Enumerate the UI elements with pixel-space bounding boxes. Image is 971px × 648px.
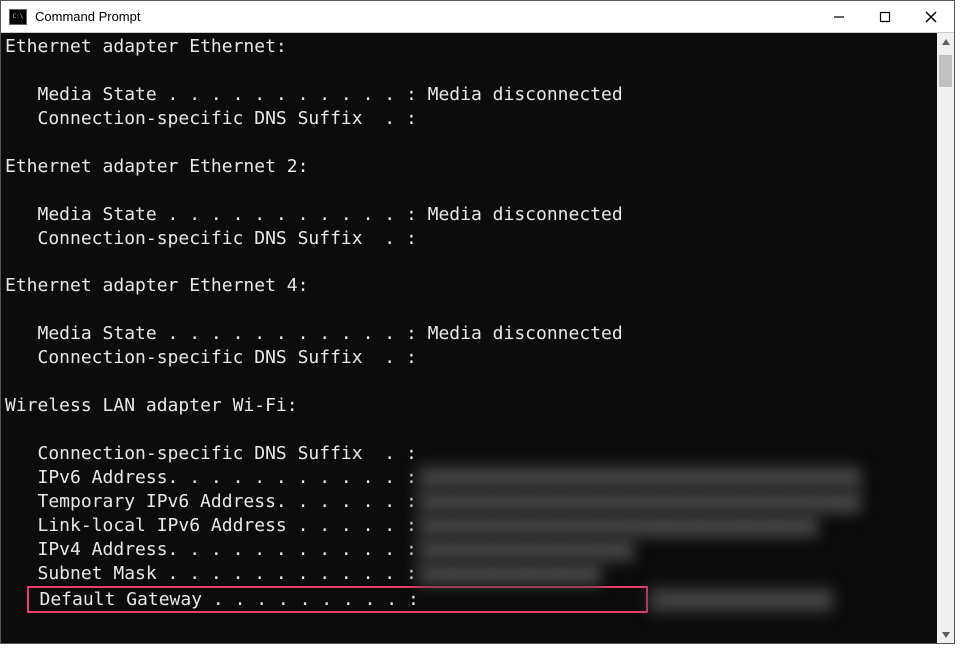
field-value: xxxxxxxxxxxxxxxxxxxxxxxxxxxxxxxxxxxxxxxx [417,466,861,490]
field-label: Connection-specific DNS Suffix . : [38,347,417,368]
content-area: Ethernet adapter Ethernet: Media State .… [1,33,954,643]
field-label: Connection-specific DNS Suffix . : [38,108,417,129]
blank-line [5,250,933,274]
window-title: Command Prompt [35,9,140,24]
scroll-thumb[interactable] [939,55,952,87]
output-line: Connection-specific DNS Suffix . : [5,442,933,466]
blank-line [5,370,933,394]
scrollbar[interactable] [937,33,954,643]
cmd-icon: C:\ [9,9,27,25]
scroll-up-arrow-icon[interactable] [937,33,954,50]
scroll-down-arrow-icon[interactable] [937,626,954,643]
maximize-button[interactable] [862,1,908,32]
field-value: Media disconnected [417,204,623,225]
field-value: xxxxxxxxxxxxxxxx [417,562,601,586]
field-label: Media State . . . . . . . . . . . : [38,204,417,225]
output-line: Connection-specific DNS Suffix . : [5,107,933,131]
blank-line [5,418,933,442]
field-label: IPv4 Address. . . . . . . . . . . : [38,539,417,560]
output-line: IPv4 Address. . . . . . . . . . . : xxxx… [5,538,933,562]
field-value: Media disconnected [417,323,623,344]
adapter-header: Ethernet adapter Ethernet 4: [5,274,933,298]
field-label: Temporary IPv6 Address. . . . . . : [38,491,417,512]
window: C:\ Command Prompt Ethernet adapter Ethe… [0,0,955,644]
field-label: Media State . . . . . . . . . . . : [38,84,417,105]
field-value: xxxxxxxxxxxxxxxxxxx [417,538,634,562]
output-line: IPv6 Address. . . . . . . . . . . : xxxx… [5,466,933,490]
blank-line [5,179,933,203]
window-controls [816,1,954,32]
field-label: IPv6 Address. . . . . . . . . . . : [38,467,417,488]
output-line: Media State . . . . . . . . . . . : Medi… [5,203,933,227]
field-label: Subnet Mask . . . . . . . . . . . : [38,563,417,584]
minimize-button[interactable] [816,1,862,32]
close-button[interactable] [908,1,954,32]
output-line: Connection-specific DNS Suffix . : [5,227,933,251]
field-value: xxxxxxxxxxxxxxxx [648,588,832,612]
output-line: Connection-specific DNS Suffix . : [5,346,933,370]
field-value: xxxxxxxxxxxxxxxxxxxxxxxxxxxxxxxxxxxxxxxx [417,490,861,514]
field-value: xxxxxxxxxxxxxxxxxxxxxxxxxxxxxxxxxxxx [417,514,818,538]
field-label: Connection-specific DNS Suffix . : [38,228,417,249]
output-line: Temporary IPv6 Address. . . . . . : xxxx… [5,490,933,514]
default-gateway-row: Default Gateway . . . . . . . . . : xxxx… [5,586,933,613]
field-label: Media State . . . . . . . . . . . : [38,323,417,344]
terminal-output[interactable]: Ethernet adapter Ethernet: Media State .… [1,33,937,643]
field-value: Media disconnected [417,84,623,105]
output-line: Subnet Mask . . . . . . . . . . . : xxxx… [5,562,933,586]
blank-line [5,131,933,155]
blank-line [5,59,933,83]
output-line: Link-local IPv6 Address . . . . . : xxxx… [5,514,933,538]
adapter-header: Ethernet adapter Ethernet 2: [5,155,933,179]
blank-line [5,298,933,322]
output-line: Media State . . . . . . . . . . . : Medi… [5,322,933,346]
output-line: Media State . . . . . . . . . . . : Medi… [5,83,933,107]
field-label: Link-local IPv6 Address . . . . . : [38,515,417,536]
adapter-header: Wireless LAN adapter Wi-Fi: [5,394,933,418]
field-label: Default Gateway . . . . . . . . . : [40,589,419,610]
field-label: Connection-specific DNS Suffix . : [38,443,417,464]
titlebar[interactable]: C:\ Command Prompt [1,1,954,33]
adapter-header: Ethernet adapter Ethernet: [5,35,933,59]
default-gateway-highlight: Default Gateway . . . . . . . . . : [27,586,649,613]
